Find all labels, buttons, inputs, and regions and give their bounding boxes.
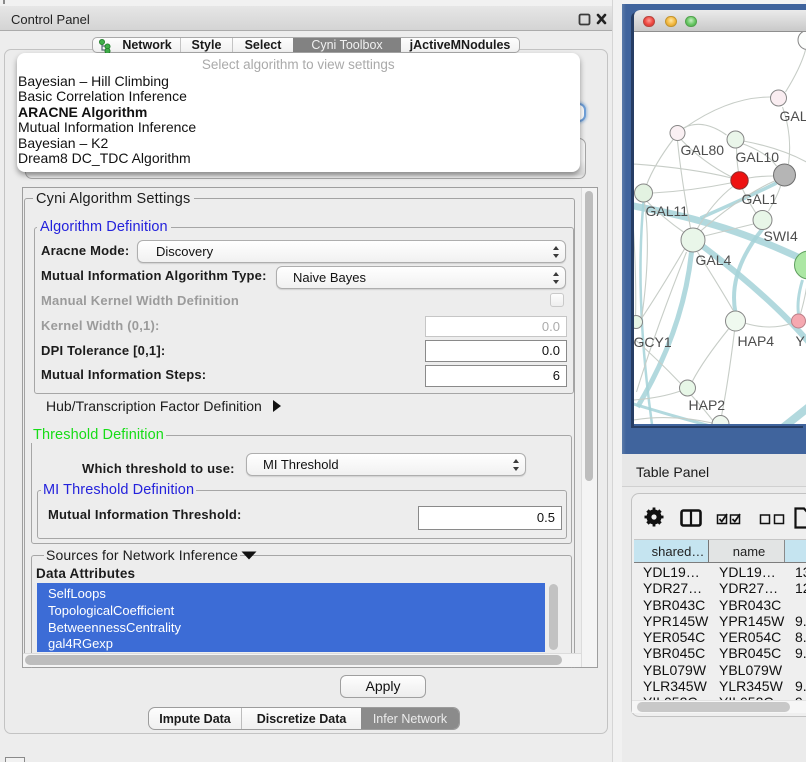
svg-text:GAL80: GAL80 (680, 142, 724, 158)
svg-text:HAP4: HAP4 (737, 333, 774, 349)
svg-text:GAL7: GAL7 (779, 108, 806, 124)
svg-text:Y: Y (795, 333, 805, 349)
svg-text:HAP2: HAP2 (688, 397, 725, 413)
svg-text:GAL10: GAL10 (735, 149, 779, 165)
svg-text:GCY1: GCY1 (634, 334, 672, 350)
svg-text:GAL1: GAL1 (741, 191, 777, 207)
svg-text:GAL4: GAL4 (695, 252, 731, 268)
svg-text:GAL11: GAL11 (645, 203, 688, 219)
svg-text:SWI4: SWI4 (763, 228, 797, 244)
